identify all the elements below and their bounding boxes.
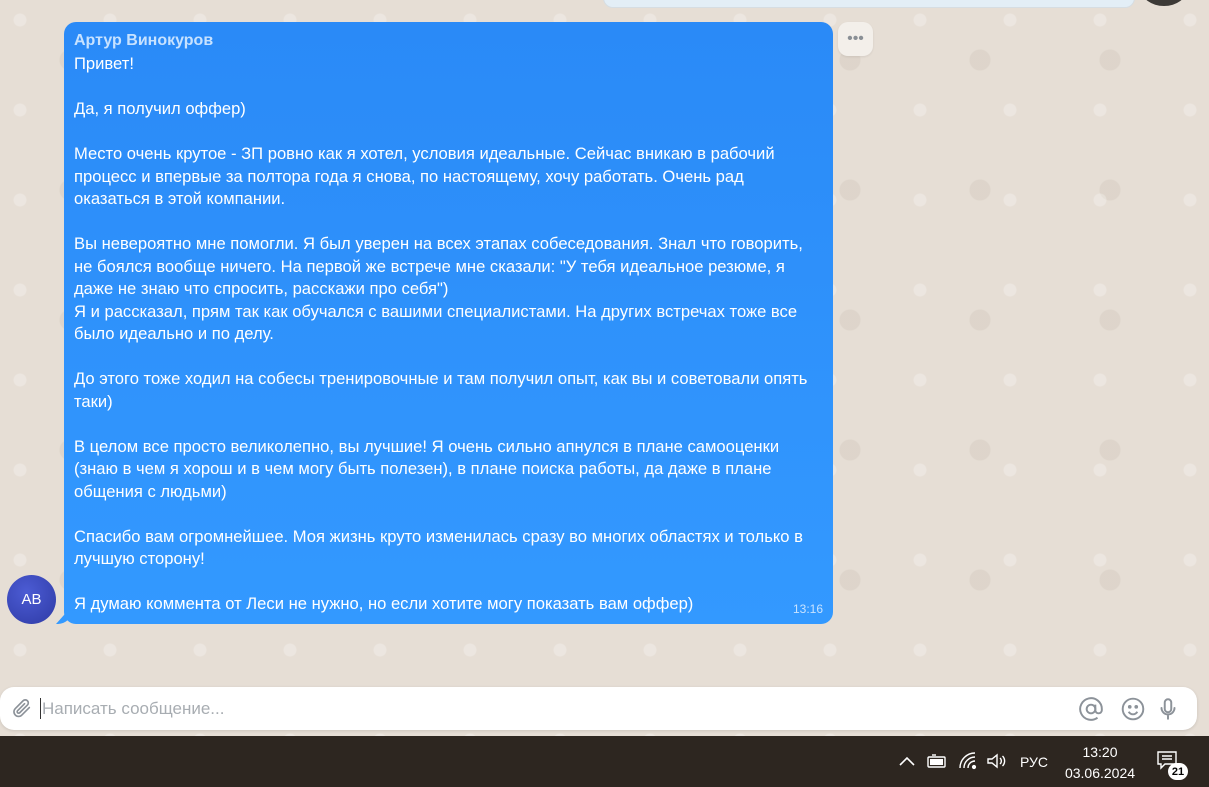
message-text: Привет! Да, я получил оффер) Место очень…: [74, 54, 808, 613]
sender-name[interactable]: Артур Винокуров: [74, 32, 815, 50]
system-clock[interactable]: 13:20 03.06.2024: [1060, 742, 1140, 784]
clock-time: 13:20: [1082, 744, 1118, 760]
emoji-icon[interactable]: [1120, 696, 1146, 722]
mention-icon[interactable]: [1078, 696, 1104, 722]
more-icon: •••: [847, 30, 864, 47]
message-input[interactable]: [40, 695, 1074, 723]
message-composer: [0, 687, 1197, 730]
battery-icon[interactable]: [926, 753, 948, 769]
windows-taskbar: РУС 13:20 03.06.2024 21: [0, 736, 1209, 787]
clock-date: 03.06.2024: [1064, 765, 1136, 781]
chevron-up-icon[interactable]: [898, 754, 916, 768]
volume-icon[interactable]: [986, 753, 1008, 769]
sender-avatar[interactable]: АВ: [7, 575, 56, 624]
paperclip-icon[interactable]: [11, 697, 33, 719]
keyboard-language[interactable]: РУС: [1020, 754, 1048, 770]
message-bubble[interactable]: Артур Винокуров Привет! Да, я получил оф…: [64, 22, 833, 624]
microphone-icon[interactable]: [1155, 696, 1181, 722]
message-more-button[interactable]: •••: [838, 22, 873, 56]
wifi-icon[interactable]: [957, 752, 979, 770]
avatar-initials: АВ: [21, 591, 42, 608]
previous-message-bubble: [603, 0, 1135, 8]
message-time: 13:16: [792, 602, 823, 616]
notification-count-badge: 21: [1168, 763, 1188, 780]
